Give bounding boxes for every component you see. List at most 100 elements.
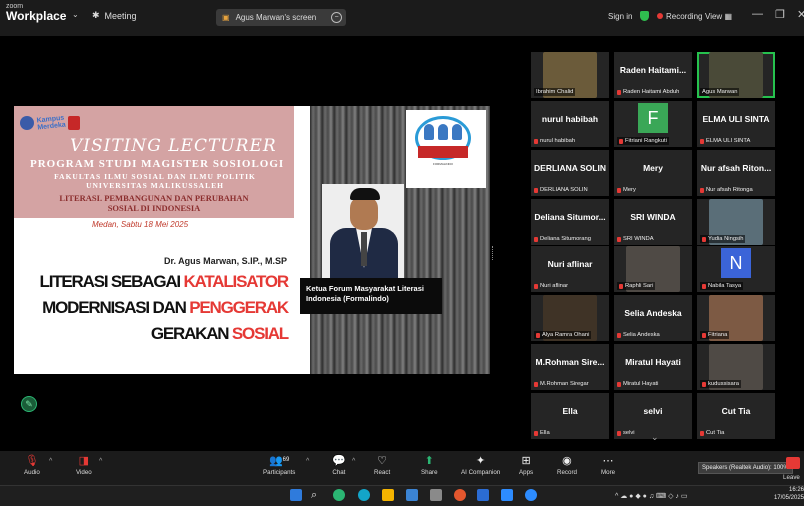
mic-muted-icon <box>702 332 706 338</box>
participant-label: ELMA ULI SINTA <box>700 138 750 144</box>
search-icon[interactable]: ⌕ <box>311 489 323 501</box>
screen-share-pill[interactable]: ▣ Agus Marwan's screen − <box>216 9 346 26</box>
participant-tile[interactable]: Deliana Situmor... Deliana Situmorang <box>531 199 609 245</box>
participant-label: nurul habibah <box>534 138 575 144</box>
chat-caret[interactable]: ^ <box>352 458 355 465</box>
participant-tile[interactable]: Yudia Ningsih <box>697 199 775 245</box>
participant-name: nurul habibah <box>541 114 599 124</box>
chrome-icon[interactable] <box>454 489 466 501</box>
close-icon[interactable]: ✕ <box>797 8 804 21</box>
participant-tile[interactable]: Agus Marwan <box>697 52 775 98</box>
participant-tile[interactable]: Mery Mery <box>614 150 692 196</box>
record-icon: ◉ <box>562 454 572 467</box>
tray-icons[interactable]: ^ ☁ ● ◆ ● ♫ ⌨ ◇ ♪ ▭ <box>615 492 687 500</box>
participant-tile[interactable]: SRI WINDA SRI WINDA <box>614 199 692 245</box>
program-title: PROGRAM STUDI MAGISTER SOSIOLOGI <box>30 158 285 170</box>
mic-muted-icon <box>617 430 621 436</box>
react-button[interactable]: ♡ React <box>374 454 390 477</box>
minus-icon[interactable]: − <box>331 12 342 23</box>
participant-tile[interactable]: nurul habibah nurul habibah <box>531 101 609 147</box>
mic-muted-icon <box>534 283 538 289</box>
participant-label: Yudia Ningsih <box>700 235 746 243</box>
audio-options-caret[interactable]: ^ <box>49 458 52 465</box>
ai-companion-button[interactable]: ✦ AI Companion <box>461 454 500 477</box>
mic-muted-icon <box>700 138 704 144</box>
audio-button[interactable]: 🎙 Audio <box>24 454 40 477</box>
participant-avatar: F <box>638 103 668 133</box>
participant-name: Ella <box>562 406 578 416</box>
participant-tile[interactable]: Cut Tia Cut Tia <box>697 393 775 439</box>
participant-label: kudussisara <box>700 380 741 388</box>
docs-icon[interactable] <box>501 489 513 501</box>
participant-label: Fitriana <box>700 331 730 339</box>
mic-muted-icon <box>534 430 538 436</box>
participant-tile[interactable]: M.Rohman Sire... M.Rohman Siregar <box>531 344 609 390</box>
app-logo: zoom Workplace <box>6 3 66 22</box>
participant-tile[interactable]: Ibrahim Chalid <box>531 52 609 98</box>
participant-tile[interactable]: ELMA ULI SINTA ELMA ULI SINTA <box>697 101 775 147</box>
participant-tile[interactable]: Nuri aflinar Nuri aflinar <box>531 246 609 292</box>
mic-muted-icon <box>619 138 623 144</box>
video-options-caret[interactable]: ^ <box>99 458 102 465</box>
recording-indicator[interactable]: Recording <box>657 12 702 21</box>
participant-tile[interactable]: kudussisara <box>697 344 775 390</box>
camera-icon[interactable] <box>430 489 442 501</box>
participants-caret[interactable]: ^ <box>306 458 309 465</box>
meeting-icon: ✱ <box>92 10 100 20</box>
video-button[interactable]: ◨ Video <box>76 454 92 477</box>
participant-name: SRI WINDA <box>630 212 676 222</box>
mic-muted-icon <box>536 332 540 338</box>
participants-button[interactable]: 👥 69 Participants <box>263 454 295 477</box>
participant-tile[interactable]: Fitriana <box>697 295 775 341</box>
emblem-icon <box>68 116 81 130</box>
participant-tile[interactable]: Miratul Hayati Miratul Hayati <box>614 344 692 390</box>
participant-tile[interactable]: Ella Ella <box>531 393 609 439</box>
participant-tile[interactable]: Selia Andeska Selia Andeska <box>614 295 692 341</box>
share-button[interactable]: ⬆ Share <box>421 454 438 477</box>
word-icon[interactable] <box>477 489 489 501</box>
mic-muted-icon <box>617 89 621 95</box>
signin-link[interactable]: Sign in <box>608 12 632 21</box>
apps-button[interactable]: ⊞ Apps <box>519 454 533 477</box>
meeting-menu[interactable]: ✱ Meeting <box>92 10 137 21</box>
chat-button[interactable]: 💬 Chat <box>332 454 346 477</box>
video-off-icon: ◨ <box>78 454 90 467</box>
participant-tile[interactable]: Raphli Sari <box>614 246 692 292</box>
participant-name: Deliana Situmor... <box>534 212 606 222</box>
store-icon[interactable] <box>406 489 418 501</box>
participant-label: Deliana Situmorang <box>534 236 591 242</box>
participant-label: Selia Andeska <box>617 332 660 338</box>
mic-muted-icon <box>619 283 623 289</box>
participant-tile[interactable]: N Nabila Tasya <box>697 246 775 292</box>
edge-icon[interactable] <box>358 489 370 501</box>
participant-tile[interactable]: DERLIANA SOLIN DERLIANA SOLIN <box>531 150 609 196</box>
whatsapp-icon[interactable] <box>333 489 345 501</box>
annotate-icon[interactable]: ✎ <box>21 396 37 412</box>
participant-tile[interactable]: Nur afsah Riton... Nur afsah Ritonga <box>697 150 775 196</box>
start-icon[interactable] <box>290 489 302 501</box>
folder-icon[interactable] <box>382 489 394 501</box>
participant-name: Selia Andeska <box>624 308 682 318</box>
title-line-3: GERAKAN SOSIAL <box>150 324 289 343</box>
more-button[interactable]: ⋯ More <box>601 454 615 477</box>
participant-tile[interactable]: F Fitriani Rangkuti <box>614 101 692 147</box>
minimize-icon[interactable]: — <box>752 8 763 20</box>
participant-tile[interactable]: Raden Haitami... Raden Haitami Abduh <box>614 52 692 98</box>
participant-label: Agus Marwan <box>700 88 740 96</box>
chevron-down-icon[interactable]: ⌄ <box>72 10 79 19</box>
chevron-down-icon[interactable]: ⌄ <box>651 432 659 443</box>
zoom-icon[interactable] <box>525 489 537 501</box>
leave-button[interactable]: Leave <box>783 474 800 481</box>
grid-icon: ▦ <box>724 12 732 21</box>
view-button[interactable]: View ▦ <box>705 12 732 21</box>
logo-big: Workplace <box>6 9 67 23</box>
participant-label: selvi <box>617 430 635 436</box>
participant-name: ELMA ULI SINTA <box>702 114 770 124</box>
leave-icon[interactable] <box>786 457 800 469</box>
screen-share-label: Agus Marwan's screen <box>235 13 317 22</box>
mic-muted-icon <box>534 381 538 387</box>
participant-tile[interactable]: Alya Ramra Ohani <box>531 295 609 341</box>
maximize-icon[interactable]: ❐ <box>775 8 785 21</box>
record-button[interactable]: ◉ Record <box>557 454 577 477</box>
splitter-handle[interactable] <box>492 246 496 260</box>
